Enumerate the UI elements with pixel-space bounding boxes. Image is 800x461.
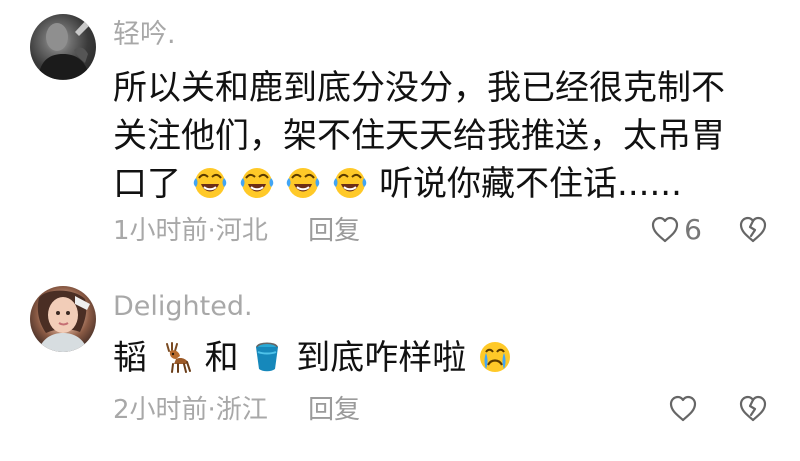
comment-line: 听说你藏不住话......: [379, 164, 682, 204]
broken-heart-icon[interactable]: [738, 394, 768, 424]
crying-face-emoji: [478, 340, 512, 374]
comment-text-segment: 韬: [113, 338, 147, 378]
like-count: 6: [684, 213, 702, 246]
comment-text: 所以关和鹿到底分没分，我已经很克制不 关注他们，架不住天天给我推送，太吊胃 口了: [113, 64, 783, 208]
comments-page: 轻吟. 所以关和鹿到底分没分，我已经很克制不 关注他们，架不住天天给我推送，太吊…: [0, 0, 800, 461]
comment-text-segment: 和: [204, 338, 239, 378]
meta-separator: ·: [207, 395, 216, 425]
reply-button[interactable]: 回复: [308, 216, 360, 246]
broken-heart-icon[interactable]: [738, 215, 768, 245]
comment-time: 2小时前: [113, 395, 208, 425]
comment-location: 河北: [215, 216, 268, 246]
comment-meta: 1小时前·河北 回复: [113, 215, 360, 247]
comment-line-with-emojis: 韬 和 到底咋样啦: [113, 334, 783, 382]
username[interactable]: 轻吟.: [113, 18, 176, 52]
like-button[interactable]: [668, 394, 702, 424]
comment-line: 口了: [113, 164, 181, 204]
comment-time: 1小时前: [113, 216, 208, 246]
comment-line-with-emojis: 口了 听说你藏不住话......: [113, 160, 783, 208]
comment-item: 轻吟. 所以关和鹿到底分没分，我已经很克制不 关注他们，架不住天天给我推送，太吊…: [0, 14, 800, 264]
deer-emoji: [159, 340, 193, 374]
laughing-tears-emoji: [333, 166, 367, 200]
comment-text-segment: 到底咋样啦: [296, 338, 467, 378]
comment-item: Delighted. 韬 和 到底咋样啦 2小时前·浙江 回复: [0, 286, 800, 456]
comment-line: 关注他们，架不住天天给我推送，太吊胃: [113, 116, 725, 156]
reply-button[interactable]: 回复: [308, 395, 360, 425]
comment-text: 韬 和 到底咋样啦: [113, 334, 783, 382]
laughing-tears-emoji: [240, 166, 274, 200]
comment-actions: 6: [650, 213, 768, 247]
bucket-emoji: [250, 340, 284, 374]
heart-icon: [668, 394, 698, 424]
like-button[interactable]: 6: [650, 213, 702, 247]
laughing-tears-emoji: [286, 166, 320, 200]
laughing-tears-emoji: [193, 166, 227, 200]
avatar[interactable]: [30, 286, 96, 352]
comment-line: 所以关和鹿到底分没分，我已经很克制不: [113, 68, 725, 108]
meta-separator: ·: [207, 216, 216, 246]
comment-location: 浙江: [215, 395, 268, 425]
heart-icon: [650, 215, 680, 245]
username[interactable]: Delighted.: [113, 290, 253, 324]
avatar[interactable]: [30, 14, 96, 80]
comment-meta: 2小时前·浙江 回复: [113, 394, 360, 426]
comment-actions: [668, 392, 768, 426]
